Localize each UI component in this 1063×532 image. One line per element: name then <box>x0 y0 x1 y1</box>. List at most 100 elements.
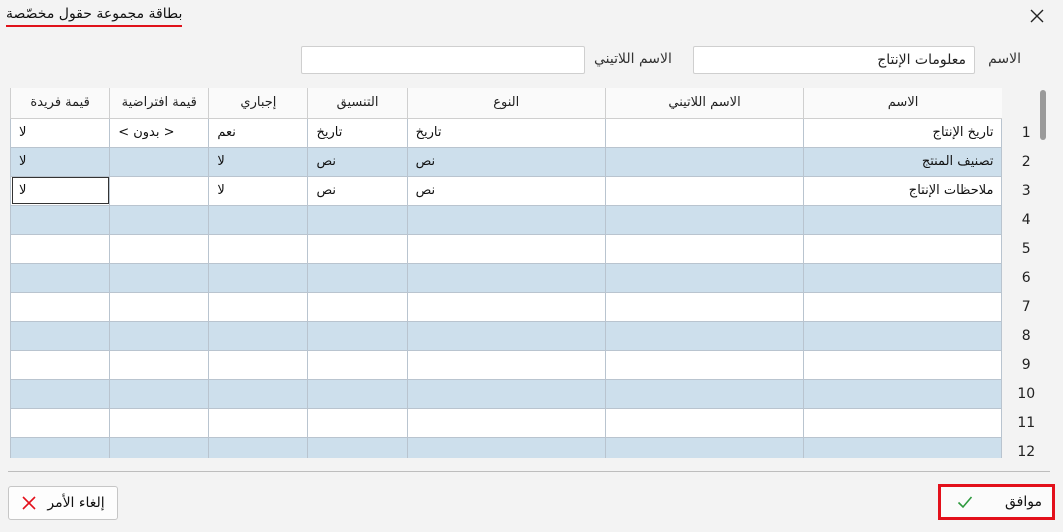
column-header-latin-name[interactable]: الاسم اللاتيني <box>604 88 804 119</box>
cell-type[interactable]: تاريخ <box>406 117 606 148</box>
cell-unique-value[interactable]: لا <box>10 146 111 177</box>
cell-default-value[interactable] <box>109 349 210 380</box>
cell-format[interactable] <box>307 407 408 438</box>
table-row[interactable]: 10 <box>10 378 1050 409</box>
cell-mandatory[interactable] <box>208 204 309 235</box>
cell-name[interactable]: تصنيف المنتج <box>803 146 1003 177</box>
cell-name[interactable] <box>803 378 1003 409</box>
cell-name[interactable] <box>803 436 1003 458</box>
cell-default-value[interactable] <box>109 436 210 458</box>
table-row[interactable]: 1 تاريخ الإنتاج تاريخ تاريخ نعم < بدون > لا <box>10 117 1050 148</box>
cell-format[interactable] <box>307 233 408 264</box>
column-header-name[interactable]: الاسم <box>803 88 1002 119</box>
cell-format[interactable] <box>307 204 408 235</box>
cell-mandatory[interactable]: لا <box>208 175 309 206</box>
cell-unique-value[interactable] <box>10 233 111 264</box>
cell-type[interactable] <box>406 436 606 458</box>
cell-latin-name[interactable] <box>604 436 805 458</box>
cell-default-value[interactable] <box>109 262 210 293</box>
cell-name[interactable] <box>803 320 1003 351</box>
cell-mandatory[interactable] <box>208 349 309 380</box>
cell-unique-value[interactable] <box>10 407 111 438</box>
cell-unique-value[interactable] <box>10 291 111 322</box>
cell-latin-name[interactable] <box>604 291 805 322</box>
cell-latin-name[interactable] <box>604 349 805 380</box>
cell-name[interactable] <box>803 349 1003 380</box>
cell-name[interactable] <box>803 291 1003 322</box>
table-row[interactable]: 4 <box>10 204 1050 235</box>
cell-format[interactable] <box>307 262 408 293</box>
table-row[interactable]: 6 <box>10 262 1050 293</box>
cell-type[interactable] <box>406 349 606 380</box>
cell-format[interactable] <box>307 436 408 458</box>
table-row[interactable]: 7 <box>10 291 1050 322</box>
cell-type[interactable] <box>406 233 606 264</box>
cell-latin-name[interactable] <box>604 262 805 293</box>
cell-type[interactable] <box>406 262 606 293</box>
cell-format[interactable]: نص <box>307 146 408 177</box>
table-row[interactable]: 11 <box>10 407 1050 438</box>
name-input[interactable] <box>693 46 975 74</box>
cell-format[interactable]: تاريخ <box>307 117 408 148</box>
cell-name[interactable] <box>803 262 1003 293</box>
cell-mandatory[interactable] <box>208 407 309 438</box>
cell-default-value[interactable] <box>109 320 210 351</box>
cell-mandatory[interactable] <box>208 262 309 293</box>
cell-latin-name[interactable] <box>604 233 805 264</box>
cell-format[interactable]: نص <box>307 175 408 206</box>
table-row[interactable]: 8 <box>10 320 1050 351</box>
cell-format[interactable] <box>307 320 408 351</box>
cell-latin-name[interactable] <box>604 117 805 148</box>
cell-latin-name[interactable] <box>604 175 805 206</box>
cell-name[interactable] <box>803 204 1003 235</box>
table-row[interactable]: 3 ملاحظات الإنتاج نص نص لا لا <box>10 175 1050 206</box>
cell-type[interactable] <box>406 407 606 438</box>
cell-name[interactable] <box>803 233 1003 264</box>
cell-name[interactable]: ملاحظات الإنتاج <box>803 175 1003 206</box>
cell-default-value[interactable] <box>109 175 210 206</box>
cell-unique-value[interactable] <box>10 262 111 293</box>
cell-format[interactable] <box>307 349 408 380</box>
cell-mandatory[interactable]: نعم <box>208 117 309 148</box>
cell-type[interactable] <box>406 320 606 351</box>
cell-latin-name[interactable] <box>604 320 805 351</box>
cell-default-value[interactable] <box>109 291 210 322</box>
cell-mandatory[interactable] <box>208 378 309 409</box>
cell-unique-value[interactable] <box>10 204 111 235</box>
cell-name[interactable] <box>803 407 1003 438</box>
cell-unique-value[interactable] <box>10 320 111 351</box>
table-row[interactable]: 5 <box>10 233 1050 264</box>
cell-unique-value[interactable]: لا <box>10 175 111 206</box>
cell-latin-name[interactable] <box>604 204 805 235</box>
cell-latin-name[interactable] <box>604 407 805 438</box>
cell-default-value[interactable] <box>109 233 210 264</box>
cell-mandatory[interactable] <box>208 436 309 458</box>
cell-unique-value[interactable] <box>10 378 111 409</box>
column-header-default-value[interactable]: قيمة افتراضية <box>109 88 209 119</box>
cell-type[interactable]: نص <box>406 175 606 206</box>
latin-name-input[interactable] <box>301 46 585 74</box>
column-header-unique-value[interactable]: قيمة فريدة <box>10 88 110 119</box>
cell-latin-name[interactable] <box>604 146 805 177</box>
cell-default-value[interactable] <box>109 204 210 235</box>
cell-mandatory[interactable] <box>208 320 309 351</box>
cell-unique-value[interactable] <box>10 436 111 458</box>
cell-name[interactable]: تاريخ الإنتاج <box>803 117 1003 148</box>
table-row[interactable]: 12 <box>10 436 1050 458</box>
cell-format[interactable] <box>307 378 408 409</box>
cell-default-value[interactable] <box>109 378 210 409</box>
cell-default-value[interactable] <box>109 146 210 177</box>
cell-unique-value[interactable] <box>10 349 111 380</box>
column-header-type[interactable]: النوع <box>406 88 606 119</box>
cell-default-value[interactable] <box>109 407 210 438</box>
table-row[interactable]: 2 تصنيف المنتج نص نص لا لا <box>10 146 1050 177</box>
column-header-mandatory[interactable]: إجباري <box>208 88 308 119</box>
vertical-scrollbar[interactable] <box>1038 90 1048 456</box>
column-header-format[interactable]: التنسيق <box>307 88 408 119</box>
cell-default-value[interactable]: < بدون > <box>109 117 210 148</box>
cell-format[interactable] <box>307 291 408 322</box>
cell-unique-value[interactable]: لا <box>10 117 111 148</box>
ok-button[interactable]: موافق <box>938 484 1055 520</box>
cell-mandatory[interactable] <box>208 291 309 322</box>
cell-latin-name[interactable] <box>604 378 805 409</box>
